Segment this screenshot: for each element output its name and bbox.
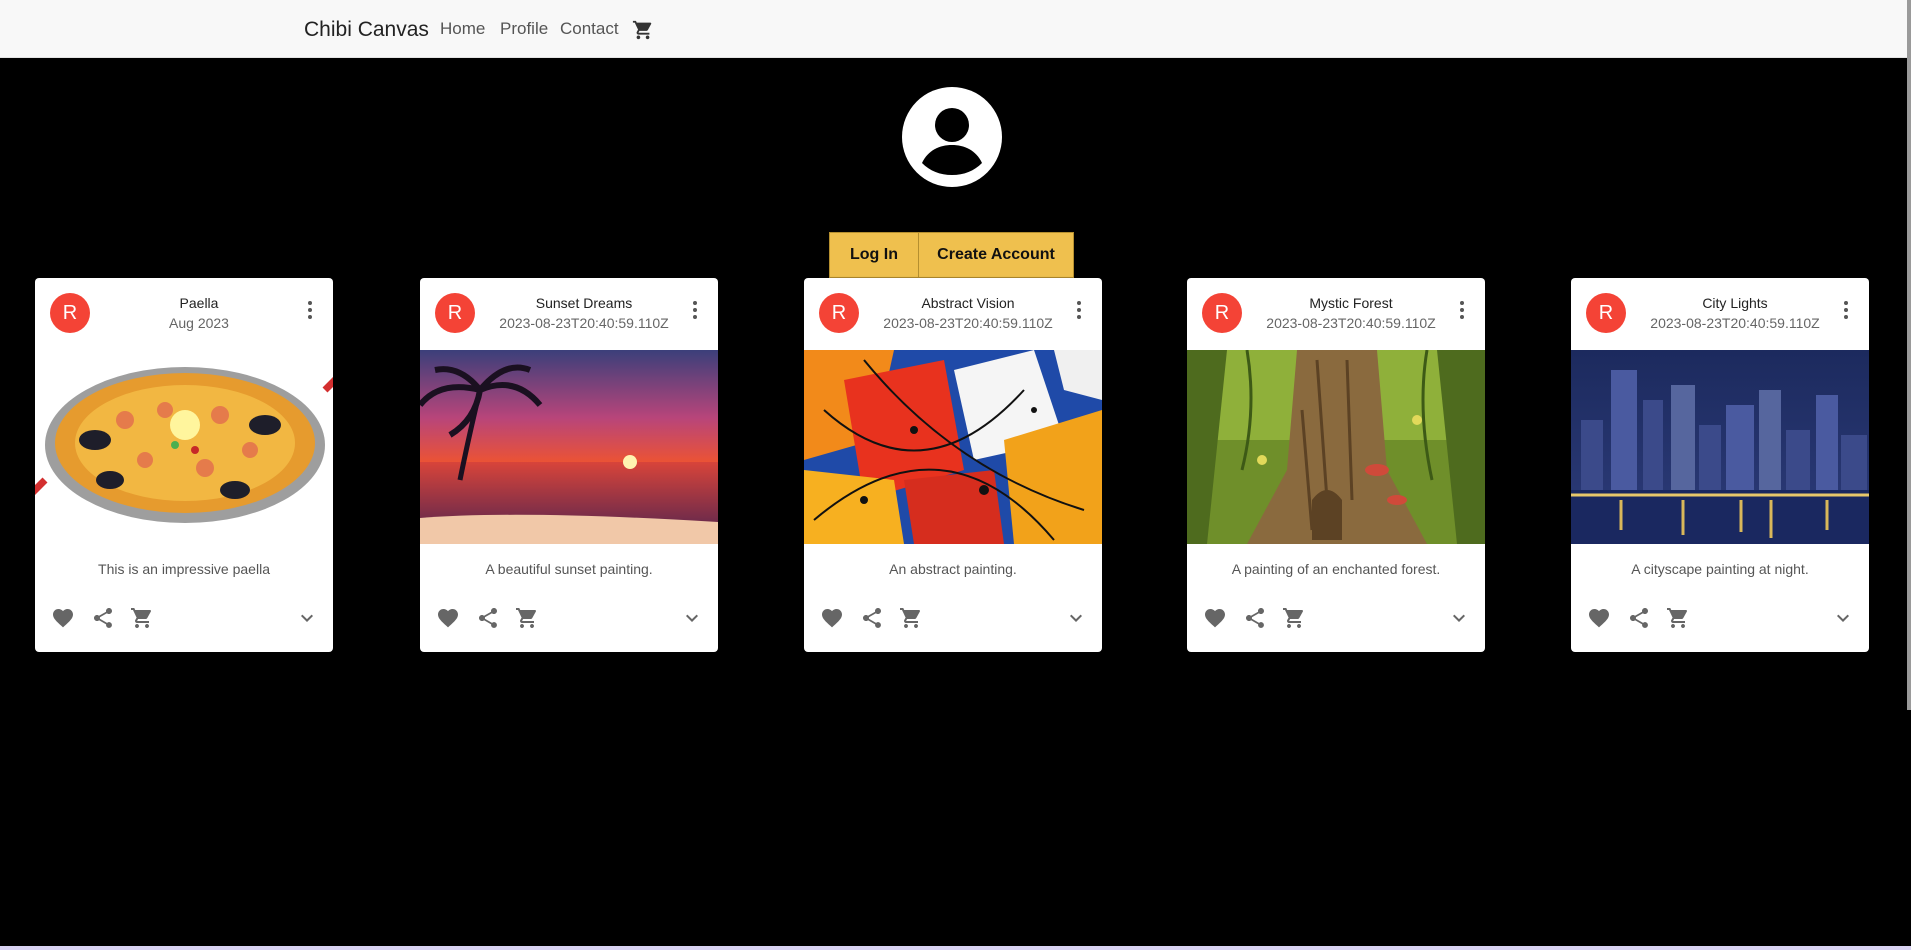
card-actions [420,598,718,638]
share-icon[interactable] [476,606,500,630]
favorite-icon[interactable] [1203,606,1227,630]
chevron-down-icon[interactable] [1064,606,1088,630]
card-abstract-vision: R Abstract Vision 2023-08-23T20:40:59.11… [804,278,1102,652]
card-title: Abstract Vision [921,295,1015,311]
create-account-button[interactable]: Create Account [918,232,1074,278]
share-icon[interactable] [860,606,884,630]
avatar: R [1202,293,1242,333]
nav-link-profile[interactable]: Profile [500,19,548,39]
avatar: R [1586,293,1626,333]
bottom-border [0,946,1911,950]
card-description: A cityscape painting at night. [1631,561,1809,577]
card-description: A beautiful sunset painting. [485,561,653,577]
card-paella: R Paella Aug 2023 This is an impressive … [35,278,333,652]
nav-link-contact[interactable]: Contact [560,19,619,39]
more-vert-icon[interactable] [1459,300,1465,320]
cart-icon[interactable] [130,606,154,630]
nav-link-home[interactable]: Home [440,19,485,39]
account-circle-icon [902,87,1002,187]
card-actions [804,598,1102,638]
chevron-down-icon[interactable] [295,606,319,630]
favorite-icon[interactable] [436,606,460,630]
chevron-down-icon[interactable] [680,606,704,630]
avatar: R [50,293,90,333]
favorite-icon[interactable] [1587,606,1611,630]
card-date: Aug 2023 [169,315,229,331]
cart-icon[interactable] [515,606,539,630]
card-date: 2023-08-23T20:40:59.110Z [1650,315,1820,331]
login-button[interactable]: Log In [829,232,919,278]
more-vert-icon[interactable] [1843,300,1849,320]
card-image [35,350,333,544]
card-mystic-forest: R Mystic Forest 2023-08-23T20:40:59.110Z… [1187,278,1485,652]
card-description: A painting of an enchanted forest. [1231,561,1441,577]
card-actions [1571,598,1869,638]
card-description: An abstract painting. [889,561,1017,577]
card-date: 2023-08-23T20:40:59.110Z [883,315,1053,331]
card-image [420,350,718,544]
more-vert-icon[interactable] [1076,300,1082,320]
card-sunset-dreams: R Sunset Dreams 2023-08-23T20:40:59.110Z… [420,278,718,652]
more-vert-icon[interactable] [307,300,313,320]
card-image [1571,350,1869,544]
card-date: 2023-08-23T20:40:59.110Z [1266,315,1436,331]
avatar: R [819,293,859,333]
cart-icon[interactable] [1282,606,1306,630]
card-image [804,350,1102,544]
cart-icon[interactable] [632,19,654,41]
card-city-lights: R City Lights 2023-08-23T20:40:59.110Z A… [1571,278,1869,652]
avatar: R [435,293,475,333]
card-title: Sunset Dreams [535,295,633,311]
card-title: Mystic Forest [1309,295,1393,311]
navbar: Chibi Canvas Home Profile Contact [0,0,1908,58]
card-description: This is an impressive paella [98,561,270,577]
scrollbar[interactable] [1907,0,1911,710]
card-actions [1187,598,1485,638]
cart-icon[interactable] [1666,606,1690,630]
cart-icon[interactable] [899,606,923,630]
brand-logo[interactable]: Chibi Canvas [304,18,429,42]
share-icon[interactable] [1243,606,1267,630]
share-icon[interactable] [1627,606,1651,630]
chevron-down-icon[interactable] [1447,606,1471,630]
card-image [1187,350,1485,544]
favorite-icon[interactable] [820,606,844,630]
card-actions [35,598,333,638]
chevron-down-icon[interactable] [1831,606,1855,630]
card-title: Paella [179,295,219,311]
favorite-icon[interactable] [51,606,75,630]
more-vert-icon[interactable] [692,300,698,320]
card-title: City Lights [1702,295,1768,311]
share-icon[interactable] [91,606,115,630]
card-date: 2023-08-23T20:40:59.110Z [499,315,669,331]
